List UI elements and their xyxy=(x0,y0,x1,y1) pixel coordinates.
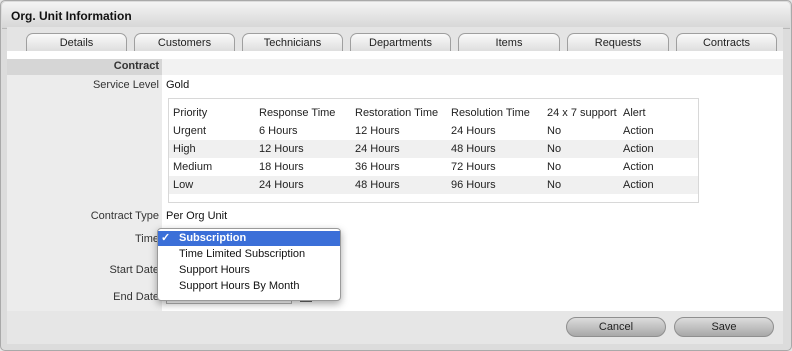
time-option-support-hours[interactable]: Support Hours xyxy=(158,263,340,278)
sla-header-restoration: Restoration Time xyxy=(355,107,439,119)
time-label: Time xyxy=(134,233,159,245)
sla-header-resolution: Resolution Time xyxy=(451,107,530,119)
option-label: Subscription xyxy=(179,232,247,244)
sla-table: Priority Response Time Restoration Time … xyxy=(168,98,699,203)
table-cell: No xyxy=(543,140,619,158)
footer-bar: Cancel Save xyxy=(7,311,783,344)
table-cell: 48 Hours xyxy=(351,176,447,194)
table-cell: 72 Hours xyxy=(451,161,496,173)
table-row: Urgent 6 Hours 12 Hours 24 Hours No Acti… xyxy=(169,122,698,140)
table-cell: 6 Hours xyxy=(259,125,298,137)
table-cell: No xyxy=(547,125,562,137)
table-cell: Medium xyxy=(173,161,213,173)
option-label: Time Limited Subscription xyxy=(179,248,306,260)
cancel-button[interactable]: Cancel xyxy=(566,317,666,337)
tab-items[interactable]: Items xyxy=(458,33,560,51)
end-date-label: End Date xyxy=(113,291,159,303)
table-cell: 96 Hours xyxy=(447,176,543,194)
table-cell: Action xyxy=(623,161,654,173)
tab-bar: Details Customers Technicians Department… xyxy=(7,27,783,52)
tab-technicians[interactable]: Technicians xyxy=(242,33,343,51)
window-titlebar: Org. Unit Information xyxy=(2,2,790,29)
table-cell: Urgent xyxy=(173,125,207,137)
table-row: Low 24 Hours 48 Hours 96 Hours No Action xyxy=(169,176,698,194)
table-row: High 12 Hours 24 Hours 48 Hours No Actio… xyxy=(169,140,698,158)
table-cell: No xyxy=(547,161,562,173)
section-title: Contract xyxy=(113,60,159,72)
table-cell: 12 Hours xyxy=(355,125,400,137)
table-cell: Action xyxy=(619,176,698,194)
table-cell: Action xyxy=(619,140,698,158)
table-cell: 36 Hours xyxy=(355,161,400,173)
tab-requests[interactable]: Requests xyxy=(567,33,669,51)
time-option-support-hours-by-month[interactable]: Support Hours By Month xyxy=(158,279,340,294)
table-cell: 48 Hours xyxy=(447,140,543,158)
service-level-label: Service Level xyxy=(92,79,159,91)
save-button[interactable]: Save xyxy=(674,317,774,337)
sla-header-support: 24 x 7 support xyxy=(547,107,617,119)
contract-type-label: Contract Type xyxy=(90,210,159,222)
tab-details[interactable]: Details xyxy=(26,33,127,51)
table-cell: 12 Hours xyxy=(255,140,351,158)
table-cell: 24 Hours xyxy=(255,176,351,194)
contract-panel: Contract Service Level Gold Priority Res… xyxy=(7,51,783,311)
option-label: Support Hours By Month xyxy=(179,280,300,292)
time-option-time-limited[interactable]: Time Limited Subscription xyxy=(158,247,340,262)
service-level-value: Gold xyxy=(166,79,190,91)
time-option-subscription[interactable]: ✓ Subscription xyxy=(158,231,340,246)
option-label: Support Hours xyxy=(179,264,250,276)
table-cell: 24 Hours xyxy=(451,125,496,137)
table-cell: Low xyxy=(169,176,255,194)
sla-header-row: Priority Response Time Restoration Time … xyxy=(169,104,698,122)
window-title: Org. Unit Information xyxy=(11,9,132,23)
sla-header-priority: Priority xyxy=(173,107,208,119)
table-cell: 18 Hours xyxy=(259,161,304,173)
contract-type-value: Per Org Unit xyxy=(166,210,228,222)
time-dropdown-menu[interactable]: ✓ Subscription Time Limited Subscription… xyxy=(157,228,341,301)
table-cell: 24 Hours xyxy=(351,140,447,158)
tab-customers[interactable]: Customers xyxy=(134,33,235,51)
sla-header-response: Response Time xyxy=(259,107,336,119)
checkmark-icon: ✓ xyxy=(161,232,171,244)
tab-contracts[interactable]: Contracts xyxy=(676,33,777,51)
table-row: Medium 18 Hours 36 Hours 72 Hours No Act… xyxy=(169,158,698,176)
tab-departments[interactable]: Departments xyxy=(350,33,451,51)
table-cell: High xyxy=(169,140,255,158)
sla-header-alert: Alert xyxy=(623,107,646,119)
start-date-label: Start Date xyxy=(109,264,159,276)
table-cell: No xyxy=(543,176,619,194)
section-header: Contract xyxy=(7,59,783,75)
table-cell: Action xyxy=(623,125,654,137)
